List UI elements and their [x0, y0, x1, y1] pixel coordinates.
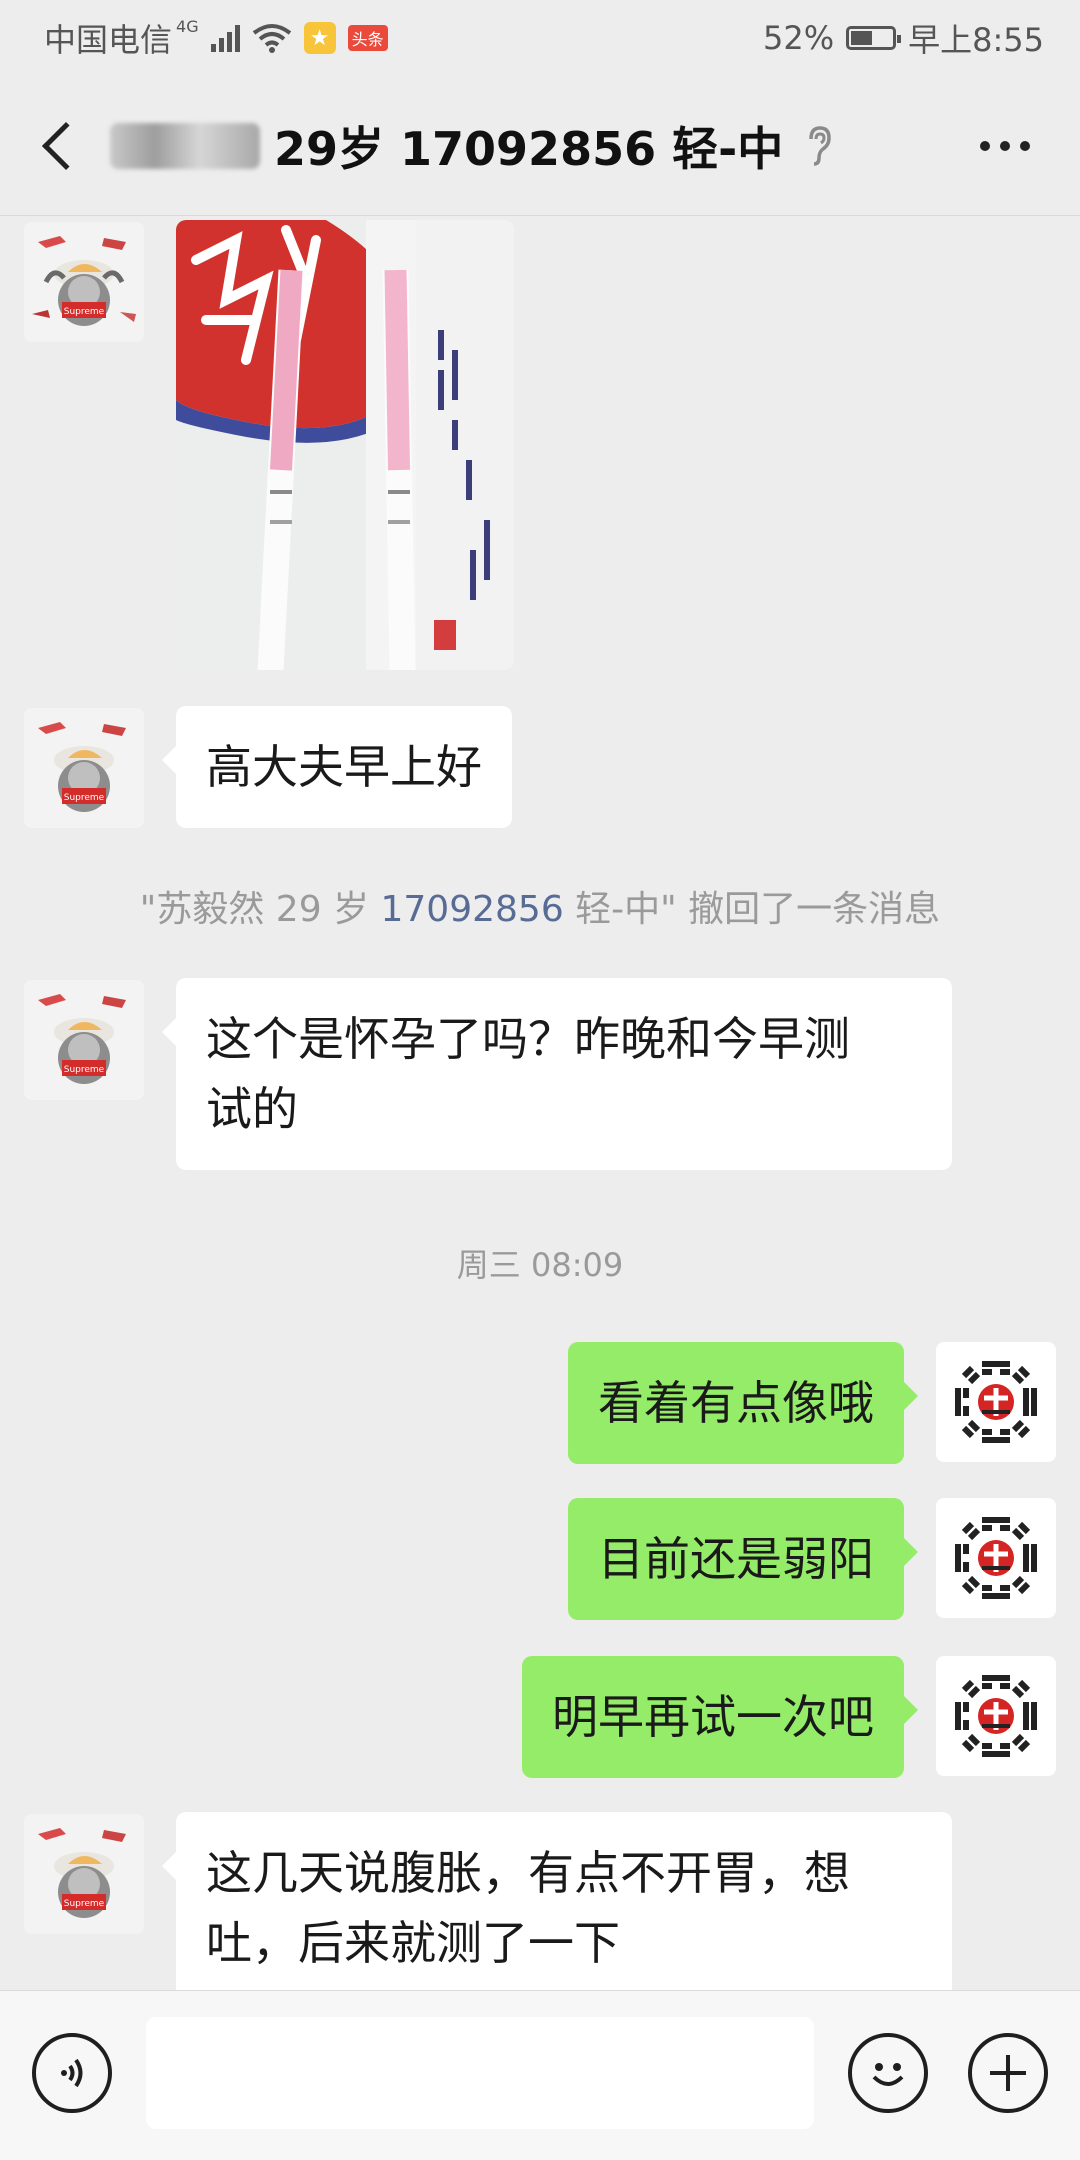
message-text: 高大夫早上好	[206, 740, 482, 794]
ear-icon	[809, 125, 831, 166]
battery-icon	[846, 26, 902, 50]
my-message-bubble[interactable]: 明早再试一次吧	[522, 1656, 918, 1778]
status-right: 52% 早上8:55	[763, 15, 1044, 61]
more-options-button[interactable]	[950, 96, 1060, 196]
battery-fill	[851, 31, 872, 45]
back-button[interactable]	[10, 96, 110, 196]
dot-icon	[1000, 140, 1010, 151]
message-bubble[interactable]: 高大夫早上好	[162, 706, 512, 828]
bagua-logo-icon	[955, 1361, 1037, 1443]
battery-percent: 52%	[763, 19, 835, 57]
avatar-logo-text: Supreme	[64, 1065, 105, 1075]
more-actions-button[interactable]	[968, 2033, 1048, 2113]
recall-name: "苏毅然 29 岁	[139, 889, 381, 930]
chevron-left-icon	[41, 121, 91, 170]
message-text-line: 这几天说腹胀，有点不开胃，想	[206, 1846, 850, 1900]
voice-icon	[61, 2058, 83, 2088]
wifi-icon	[252, 24, 291, 53]
my-message-bubble[interactable]: 看着有点像哦	[568, 1342, 918, 1464]
contact-avatar[interactable]: Supreme	[24, 1814, 144, 1934]
pregnancy-test-photo[interactable]	[176, 220, 514, 670]
my-avatar[interactable]	[936, 1656, 1056, 1776]
message-text-line: 吐，后来就测了一下	[206, 1916, 620, 1970]
message-text: 看着有点像哦	[598, 1376, 874, 1430]
network-type: 4G	[176, 16, 199, 36]
star-app-icon: ★	[303, 22, 336, 54]
carrier-label: 中国电信	[44, 21, 173, 59]
news-app-icon: 头条	[347, 25, 388, 51]
my-avatar[interactable]	[936, 1342, 1056, 1462]
photo-image	[176, 220, 514, 670]
message-bubble[interactable]: 这几天说腹胀，有点不开胃，想 吐，后来就测了一下	[162, 1812, 952, 2002]
status-bar: 中国电信 4G ★ 头条 52% 早上8:55	[0, 0, 1080, 76]
chat-title: 29岁 17092856 轻-中	[274, 121, 784, 176]
status-left: 中国电信 4G ★ 头条	[44, 15, 388, 61]
message-bubble[interactable]: 这个是怀孕了吗？昨晚和今早测 试的	[162, 978, 952, 1170]
avatar-logo-text: Supreme	[64, 793, 105, 803]
contact-avatar[interactable]: Supreme	[24, 222, 144, 342]
recall-action: 撤回了一条消息	[676, 889, 941, 930]
blurred-name	[110, 122, 260, 169]
message-text: 目前还是弱阳	[598, 1532, 874, 1586]
message-input[interactable]	[146, 2017, 814, 2129]
dot-icon	[1020, 140, 1030, 151]
signal-icon	[210, 24, 240, 52]
chat-timestamp: 周三 08:09	[456, 1246, 624, 1284]
avatar-logo-text: Supreme	[64, 307, 105, 317]
message-text-line: 这个是怀孕了吗？昨晚和今早测	[206, 1012, 850, 1066]
avatar-logo-text: Supreme	[64, 1899, 105, 1909]
supreme-avatar-image: Supreme	[24, 1814, 144, 1934]
supreme-avatar-image: Supreme	[24, 708, 144, 828]
chat-header: 29岁 17092856 轻-中	[0, 76, 1080, 216]
bagua-logo-icon	[955, 1517, 1037, 1599]
message-text-line: 试的	[206, 1082, 298, 1136]
recall-suffix: 轻-中"	[563, 889, 677, 930]
my-avatar[interactable]	[936, 1498, 1056, 1618]
supreme-avatar-image: Supreme	[24, 222, 144, 342]
input-bar	[0, 1990, 1080, 2160]
smiley-icon	[872, 2063, 904, 2086]
chat-title-area: 29岁 17092856 轻-中	[110, 113, 950, 179]
contact-avatar[interactable]: Supreme	[24, 980, 144, 1100]
emoji-button[interactable]	[848, 2033, 928, 2113]
bagua-logo-icon	[955, 1675, 1037, 1757]
my-message-bubble[interactable]: 目前还是弱阳	[568, 1498, 918, 1620]
clock: 早上8:55	[908, 21, 1044, 59]
supreme-avatar-image: Supreme	[24, 980, 144, 1100]
voice-button[interactable]	[32, 2033, 112, 2113]
recall-notice: "苏毅然 29 岁 17092856 轻-中" 撤回了一条消息	[0, 880, 1080, 932]
message-text: 明早再试一次吧	[552, 1690, 874, 1744]
plus-icon	[990, 2055, 1026, 2091]
dot-icon	[980, 140, 990, 151]
contact-avatar[interactable]: Supreme	[24, 708, 144, 828]
recall-number-link[interactable]: 17092856	[381, 889, 564, 930]
